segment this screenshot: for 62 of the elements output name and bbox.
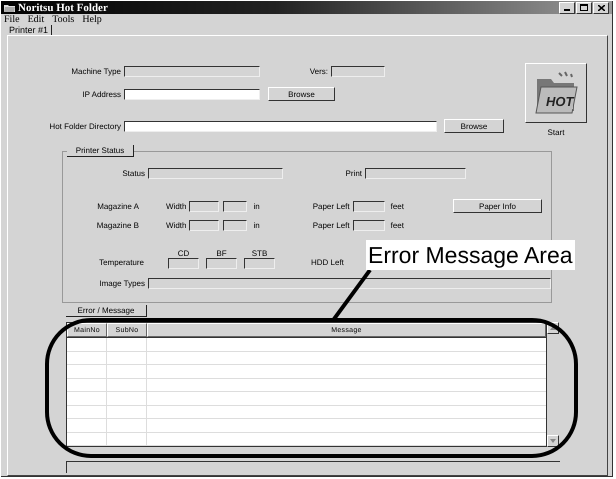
minimize-button[interactable]	[559, 2, 575, 14]
unit-label: feet	[390, 202, 404, 210]
field-label: Width	[166, 202, 186, 210]
callout-label: Error Message Area	[366, 240, 575, 270]
unit-label: in	[253, 220, 260, 230]
input-field[interactable]	[244, 258, 275, 269]
input-field[interactable]	[168, 258, 199, 269]
column-label: BF	[215, 249, 228, 258]
field-label: Magazine B	[96, 220, 140, 230]
logo-text: HOT	[546, 94, 574, 109]
field-label: Paper Left	[312, 220, 350, 230]
input-field[interactable]	[124, 66, 260, 76]
field-label: Magazine A	[96, 202, 140, 210]
field-label: Print	[344, 168, 363, 178]
maximize-button[interactable]	[576, 2, 592, 14]
input-field[interactable]	[124, 120, 437, 132]
maximize-icon	[580, 4, 588, 11]
group-tab[interactable]: Error / Message	[66, 305, 147, 317]
down-arrow-icon	[550, 439, 556, 443]
browse-button[interactable]: Browse	[444, 119, 504, 133]
input-field[interactable]	[124, 88, 260, 100]
group-tab[interactable]: Printer Status	[67, 145, 134, 157]
menu-item[interactable]: Edit	[28, 15, 44, 25]
field-label: Vers:	[308, 66, 329, 76]
button-label: Start	[548, 128, 564, 137]
folder-icon	[4, 3, 15, 12]
input-field[interactable]	[223, 200, 248, 212]
input-field[interactable]	[352, 220, 385, 230]
input-field[interactable]	[189, 220, 220, 230]
scroll-up-button[interactable]	[547, 322, 559, 334]
up-arrow-icon	[550, 326, 556, 330]
unit-label: feet	[390, 220, 404, 230]
field-label: Image Types	[98, 278, 146, 288]
close-icon	[598, 4, 604, 10]
field-label: Width	[166, 220, 186, 230]
field-label: Paper Left	[312, 202, 350, 210]
menu-item[interactable]: Help	[82, 15, 102, 25]
input-field[interactable]	[365, 168, 466, 178]
unit-label: in	[253, 202, 260, 210]
input-field[interactable]	[352, 200, 385, 212]
browse-button[interactable]: Browse	[268, 87, 335, 101]
column-label: STB	[250, 249, 268, 258]
input-field[interactable]	[223, 220, 248, 230]
input-field[interactable]	[148, 168, 283, 178]
field-label: Machine Type	[70, 66, 122, 76]
input-field[interactable]	[189, 200, 220, 212]
field-label: IP Address	[81, 90, 122, 98]
input-field[interactable]	[331, 66, 385, 76]
input-field[interactable]	[206, 258, 237, 269]
start-button[interactable]: HOT	[525, 63, 587, 123]
field-label: Temperature	[98, 258, 145, 269]
scroll-down-button[interactable]	[547, 435, 559, 447]
column-label: CD	[176, 249, 190, 258]
field-label: Hot Folder Directory	[48, 122, 122, 130]
paper-info-button[interactable]: Paper Info	[452, 199, 542, 213]
field-label: HDD Left	[311, 258, 344, 269]
menu-item[interactable]: File	[4, 15, 20, 25]
input-field[interactable]	[148, 278, 551, 288]
close-button[interactable]	[593, 2, 609, 14]
menu-item[interactable]: Tools	[52, 15, 74, 25]
window-title: Noritsu Hot Folder	[18, 2, 108, 14]
field-label: Status	[121, 168, 146, 178]
